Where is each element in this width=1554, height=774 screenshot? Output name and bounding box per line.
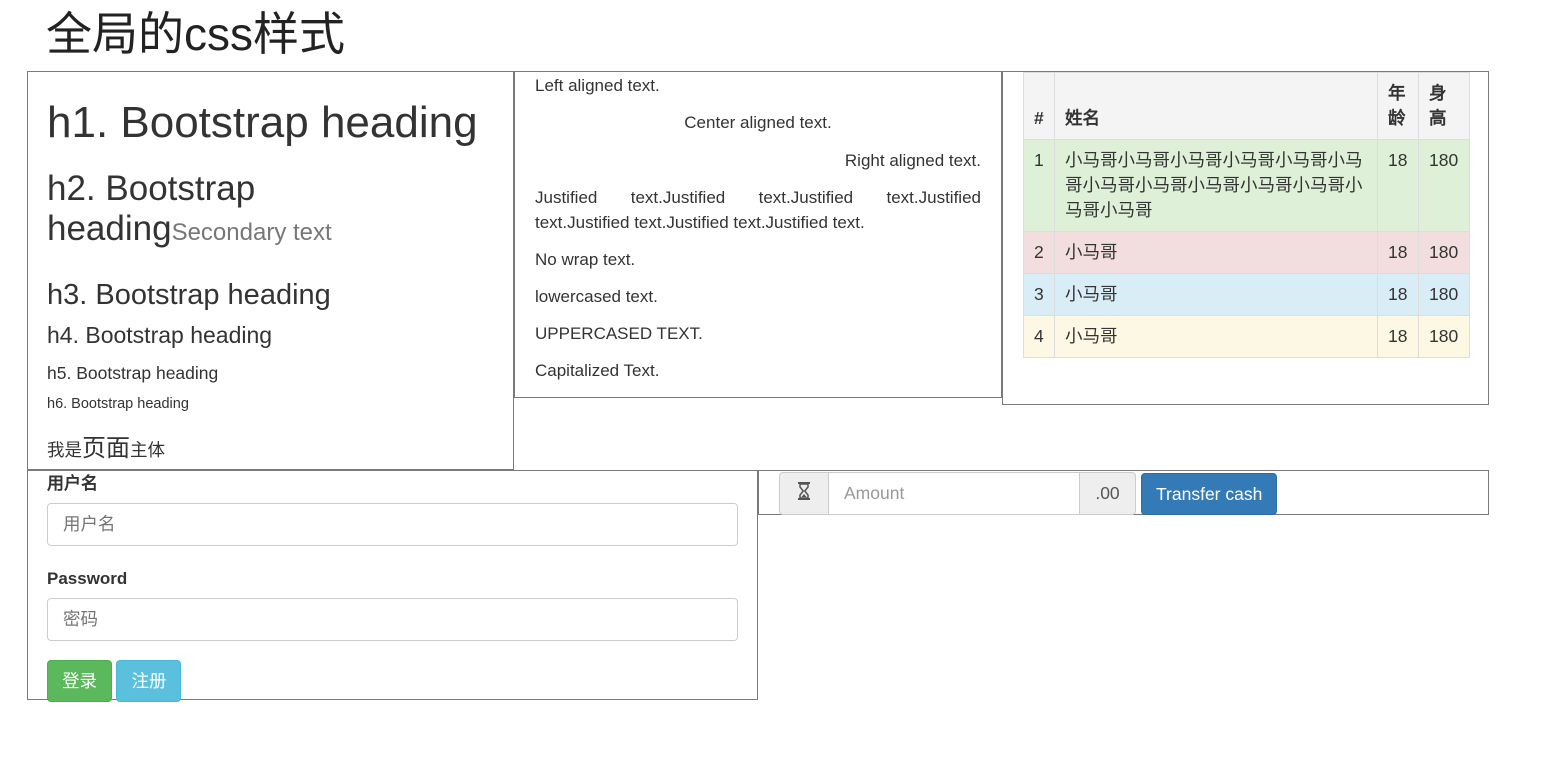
data-table: # 姓名 年龄 身高 1 小马哥小马哥小马哥小马哥小马哥小马哥小马哥小马哥小马哥… [1023, 72, 1470, 358]
header-num: # [1023, 72, 1055, 140]
text-nowrap: No wrap text. [535, 250, 636, 269]
text-center-aligned: Center aligned text. [684, 113, 832, 132]
password-input[interactable] [47, 598, 738, 641]
cell-height: 180 [1418, 139, 1470, 232]
text-right-aligned: Right aligned text. [844, 151, 981, 170]
body-text-big: 页面 [82, 435, 130, 462]
transfer-panel: Amount .00 Transfer cash [758, 470, 1489, 515]
login-button[interactable]: 登录 [47, 660, 112, 702]
text-capitalized: Capitalized Text. [535, 361, 660, 380]
cell-height: 180 [1418, 273, 1470, 316]
text-left-aligned: Left aligned text. [535, 76, 660, 95]
body-text-post: 主体 [130, 440, 165, 460]
headings-panel: h1. Bootstrap heading h2. Bootstrap head… [27, 71, 514, 470]
header-name: 姓名 [1054, 72, 1378, 140]
table-row: 1 小马哥小马哥小马哥小马哥小马哥小马哥小马哥小马哥小马哥小马哥小马哥小马哥小马… [1023, 139, 1470, 232]
cents-addon: .00 [1079, 472, 1136, 515]
heading-h5: h5. Bootstrap heading [47, 363, 219, 383]
page-title: 全局的css样式 [46, 8, 345, 60]
cell-name: 小马哥 [1054, 273, 1378, 316]
username-label: 用户名 [47, 474, 98, 493]
table-row: 2 小马哥 18 180 [1023, 231, 1470, 274]
username-input[interactable] [47, 503, 738, 546]
amount-input[interactable]: Amount [829, 472, 1079, 515]
heading-h2: h2. Bootstrap headingSecondary text [47, 169, 347, 253]
hourglass-addon [779, 472, 829, 515]
table-header-row: # 姓名 年龄 身高 [1023, 72, 1470, 140]
header-height: 身高 [1418, 72, 1470, 140]
amount-input-group: Amount .00 Transfer cash [779, 472, 1468, 515]
heading-h1: h1. Bootstrap heading [47, 98, 478, 147]
text-lowercase: lowercased text. [535, 287, 658, 306]
table-row: 3 小马哥 18 180 [1023, 273, 1470, 316]
cell-height: 180 [1418, 231, 1470, 274]
heading-h4: h4. Bootstrap heading [47, 322, 273, 348]
body-text-pre: 我是 [47, 440, 82, 460]
table-panel: # 姓名 年龄 身高 1 小马哥小马哥小马哥小马哥小马哥小马哥小马哥小马哥小马哥… [1002, 71, 1489, 405]
cell-name: 小马哥 [1054, 231, 1378, 274]
body-text: 我是页面主体 [47, 428, 513, 463]
heading-h3: h3. Bootstrap heading [47, 279, 331, 311]
cell-height: 180 [1418, 315, 1470, 358]
cell-num: 2 [1023, 231, 1055, 274]
heading-h6: h6. Bootstrap heading [47, 396, 189, 412]
form-buttons: 登录 注册 [47, 660, 738, 702]
password-label: Password [47, 569, 128, 588]
cell-name: 小马哥小马哥小马哥小马哥小马哥小马哥小马哥小马哥小马哥小马哥小马哥小马哥小马哥 [1054, 139, 1378, 232]
header-age: 年龄 [1377, 72, 1419, 140]
text-justified: Justified text.Justified text.Justified … [535, 188, 981, 232]
login-form-panel: 用户名 Password 登录 注册 [27, 470, 758, 702]
text-alignment-panel: Left aligned text. Center aligned text. … [514, 71, 1002, 398]
cell-age: 18 [1377, 231, 1419, 274]
text-uppercase: UPPERCASED TEXT. [535, 324, 703, 343]
register-button[interactable]: 注册 [116, 660, 182, 702]
cell-age: 18 [1377, 273, 1419, 316]
table-row: 4 小马哥 18 180 [1023, 315, 1470, 358]
cell-name: 小马哥 [1054, 315, 1378, 358]
cell-num: 1 [1023, 139, 1055, 232]
cell-age: 18 [1377, 315, 1419, 358]
transfer-cash-button[interactable]: Transfer cash [1141, 472, 1278, 515]
heading-h2-secondary: Secondary text [171, 219, 332, 246]
cell-num: 3 [1023, 273, 1055, 316]
cell-age: 18 [1377, 139, 1419, 232]
hourglass-icon [798, 482, 810, 505]
cell-num: 4 [1023, 315, 1055, 358]
